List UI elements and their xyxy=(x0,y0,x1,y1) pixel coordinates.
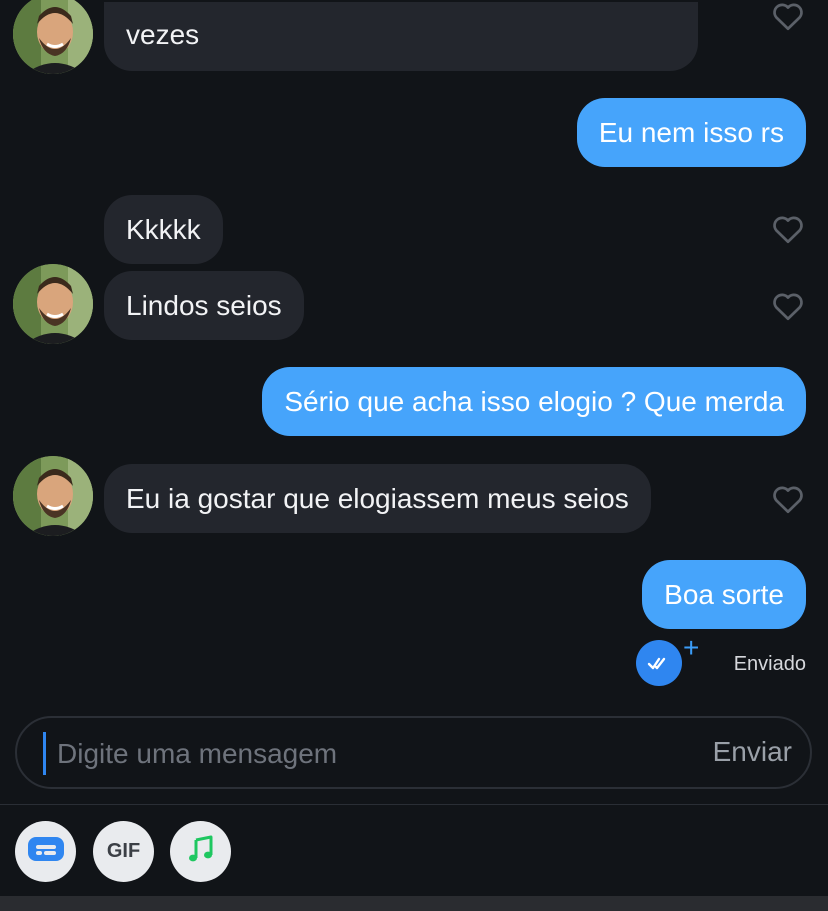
heart-icon[interactable] xyxy=(770,211,806,247)
double-check-icon xyxy=(636,640,682,686)
sticker-button[interactable] xyxy=(15,821,76,882)
send-button[interactable]: Enviar xyxy=(713,736,792,768)
message-text: Eu ia gostar que elogiassem meus seios xyxy=(126,483,629,514)
message-bubble-them[interactable]: vezes xyxy=(104,2,698,71)
message-text: Eu nem isso rs xyxy=(598,117,784,148)
music-button[interactable] xyxy=(170,821,231,882)
avatar[interactable] xyxy=(13,456,93,536)
gif-label: GIF xyxy=(106,840,141,862)
status-label: Enviado xyxy=(733,653,806,675)
message-text: Sério que acha isso elogio ? Que merda xyxy=(284,386,784,417)
text-cursor xyxy=(43,732,46,775)
message-text: Lindos seios xyxy=(126,290,282,321)
sticker-card-icon xyxy=(26,835,66,868)
system-nav-bar xyxy=(0,896,828,911)
message-bubble-me[interactable]: Boa sorte xyxy=(642,560,806,629)
message-bubble-them[interactable]: Lindos seios xyxy=(104,271,304,340)
message-input[interactable] xyxy=(55,733,619,775)
message-status: + Enviado xyxy=(636,634,806,690)
heart-icon[interactable] xyxy=(770,288,806,324)
message-composer: Enviar xyxy=(15,716,812,789)
avatar[interactable] xyxy=(13,264,93,344)
message-bubble-them[interactable]: Eu ia gostar que elogiassem meus seios xyxy=(104,464,651,533)
heart-icon[interactable] xyxy=(770,0,806,34)
message-bubble-me[interactable]: Eu nem isso rs xyxy=(576,98,806,167)
music-note-icon xyxy=(186,834,216,869)
message-text: Boa sorte xyxy=(664,579,784,610)
avatar[interactable] xyxy=(13,0,93,74)
heart-icon[interactable] xyxy=(770,481,806,517)
message-bubble-them[interactable]: Kkkkk xyxy=(104,195,223,264)
plus-icon[interactable]: + xyxy=(683,634,699,662)
message-text: vezes xyxy=(126,19,200,50)
message-bubble-me[interactable]: Sério que acha isso elogio ? Que merda xyxy=(262,367,806,436)
divider xyxy=(0,804,828,805)
gif-button[interactable]: GIF xyxy=(93,821,154,882)
message-text: Kkkkk xyxy=(126,214,201,245)
